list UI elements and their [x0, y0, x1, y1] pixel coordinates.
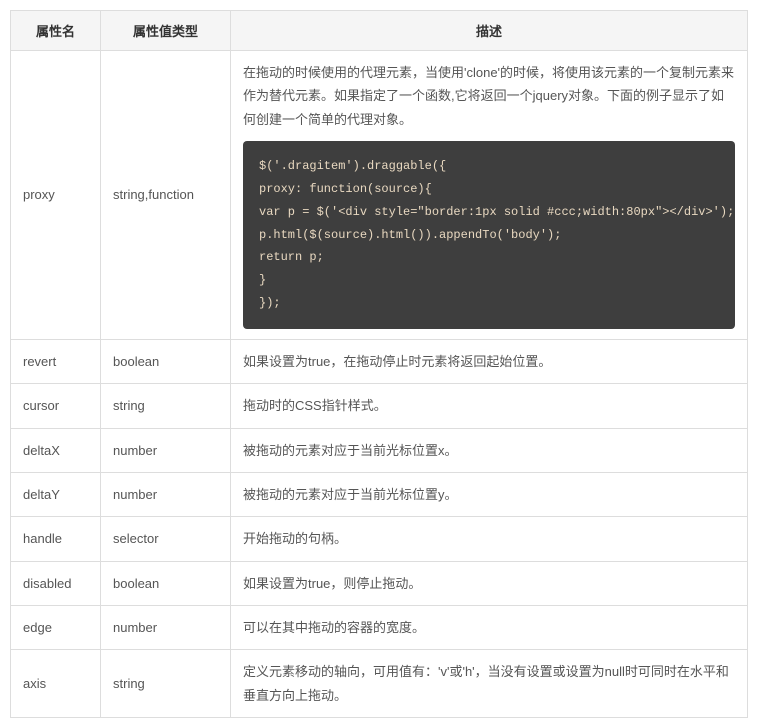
table-row: handle selector 开始拖动的句柄。: [11, 517, 748, 561]
cell-type: boolean: [101, 339, 231, 383]
properties-table: 属性名 属性值类型 描述 proxy string,function 在拖动的时…: [10, 10, 748, 718]
cell-name: handle: [11, 517, 101, 561]
cell-desc: 如果设置为true，在拖动停止时元素将返回起始位置。: [231, 339, 748, 383]
table-row: proxy string,function 在拖动的时候使用的代理元素，当使用'…: [11, 51, 748, 340]
table-row: disabled boolean 如果设置为true，则停止拖动。: [11, 561, 748, 605]
header-type: 属性值类型: [101, 11, 231, 51]
cell-name: revert: [11, 339, 101, 383]
table-header-row: 属性名 属性值类型 描述: [11, 11, 748, 51]
code-block: $('.dragitem').draggable({ proxy: functi…: [243, 141, 735, 329]
cell-desc: 开始拖动的句柄。: [231, 517, 748, 561]
table-row: edge number 可以在其中拖动的容器的宽度。: [11, 606, 748, 650]
cell-type: string: [101, 384, 231, 428]
cell-name: disabled: [11, 561, 101, 605]
cell-type: string: [101, 650, 231, 718]
cell-type: number: [101, 472, 231, 516]
cell-desc: 可以在其中拖动的容器的宽度。: [231, 606, 748, 650]
cell-name: edge: [11, 606, 101, 650]
table-row: deltaY number 被拖动的元素对应于当前光标位置y。: [11, 472, 748, 516]
cell-type: selector: [101, 517, 231, 561]
table-row: cursor string 拖动时的CSS指针样式。: [11, 384, 748, 428]
desc-text: 在拖动的时候使用的代理元素，当使用'clone'的时候，将使用该元素的一个复制元…: [243, 61, 735, 131]
cell-type: number: [101, 606, 231, 650]
cell-type: boolean: [101, 561, 231, 605]
cell-name: deltaX: [11, 428, 101, 472]
cell-desc: 被拖动的元素对应于当前光标位置x。: [231, 428, 748, 472]
cell-desc: 被拖动的元素对应于当前光标位置y。: [231, 472, 748, 516]
cell-name: deltaY: [11, 472, 101, 516]
cell-desc: 拖动时的CSS指针样式。: [231, 384, 748, 428]
cell-desc: 如果设置为true，则停止拖动。: [231, 561, 748, 605]
cell-type: number: [101, 428, 231, 472]
table-row: axis string 定义元素移动的轴向，可用值有：'v'或'h'，当没有设置…: [11, 650, 748, 718]
cell-desc: 定义元素移动的轴向，可用值有：'v'或'h'，当没有设置或设置为null时可同时…: [231, 650, 748, 718]
header-name: 属性名: [11, 11, 101, 51]
cell-name: axis: [11, 650, 101, 718]
cell-type: string,function: [101, 51, 231, 340]
cell-desc: 在拖动的时候使用的代理元素，当使用'clone'的时候，将使用该元素的一个复制元…: [231, 51, 748, 340]
header-desc: 描述: [231, 11, 748, 51]
table-row: deltaX number 被拖动的元素对应于当前光标位置x。: [11, 428, 748, 472]
cell-name: proxy: [11, 51, 101, 340]
cell-name: cursor: [11, 384, 101, 428]
table-row: revert boolean 如果设置为true，在拖动停止时元素将返回起始位置…: [11, 339, 748, 383]
